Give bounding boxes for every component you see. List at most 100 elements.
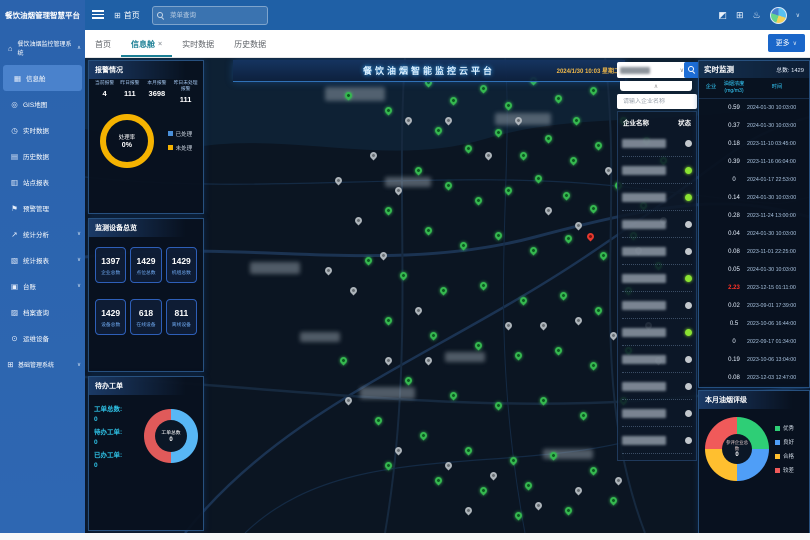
table-row[interactable]: 0.192023-10-06 13:04:00 [701,351,807,369]
cell-time: 2022-09-17 01:34:00 [747,339,807,345]
table-row[interactable]: 0.592024-01-30 10:03:00 [701,99,807,117]
tab-history-data[interactable]: 历史数据 [224,39,276,57]
sidebar-section-monitor-system[interactable]: ⌂ 餐饮油烟监控管理系统 ∧ [0,30,85,65]
collapse-bar[interactable]: ∧ [620,81,692,91]
legend-swatch [775,426,780,431]
close-icon[interactable]: × [158,41,162,48]
table-row[interactable]: 0.282023-11-24 13:00:00 [701,207,807,225]
company-row[interactable] [622,427,692,454]
table-row[interactable]: 02022-09-17 01:34:00 [701,333,807,351]
alert-icon: ⚑ [10,204,19,213]
system-icon: ⊞ [6,360,15,369]
sidebar-item-stats-analysis[interactable]: ↗统计分析∨ [0,221,85,247]
cell-time: 2024-01-30 10:03:00 [747,231,807,237]
device-stat-value: 618 [131,308,160,318]
table-row[interactable]: 0.022023-09-01 17:39:00 [701,297,807,315]
company-select[interactable]: ∨ [617,62,687,78]
company-list: 企业名称 状态 [617,111,697,461]
total-count: 总数: 1429 [776,65,804,74]
table-row[interactable]: 02024-01-17 22:53:00 [701,171,807,189]
apps-icon[interactable]: ⊞ [736,10,744,21]
company-row[interactable] [622,211,692,238]
company-row[interactable] [622,130,692,157]
company-row[interactable] [622,400,692,427]
legend-item: 未处理 [168,144,193,152]
sidebar-item-gis-map[interactable]: ◎GIS地图 [0,91,85,117]
table-row[interactable]: 0.182023-11-10 03:45:00 [701,135,807,153]
blurred-company-name [622,247,666,256]
blurred-map-label [300,332,340,342]
device-stat-value: 1429 [167,256,196,266]
table-row[interactable]: 0.392023-11-16 06:04:00 [701,153,807,171]
alarm-stat: 昨日未处理报警111 [172,81,199,104]
table-row[interactable]: 2.232023-12-15 01:11:00 [701,279,807,297]
company-row[interactable] [622,184,692,211]
monthly-rating-panel: 本月油烟评级 参评企业总数 0 优秀良好合格较差 [698,390,810,534]
workorder-panel: 待办工单 工单总数:0待办工单:0已办工单:0 工单总数 0 [88,376,204,531]
alarm-stat: 昨日报警111 [118,81,141,104]
sidebar-menu: ▦信息舱◎GIS地图◷实时数据▤历史数据▥站点报表⚑预警管理↗统计分析∨▧统计报… [0,65,85,351]
alarm-legend: 已处理未处理 [168,130,193,152]
legend-item: 良好 [775,438,794,446]
flame-icon[interactable]: ♨ [753,10,761,21]
blurred-map-label [495,113,551,125]
tab-home[interactable]: 首页 [85,39,121,57]
table-row[interactable]: 0.082023-12-03 12:47:00 [701,369,807,387]
hamburger-menu-icon[interactable] [92,10,104,20]
theme-icon[interactable]: ◩ [718,10,727,21]
blurred-map-label [385,177,431,187]
table-row[interactable]: 0.082023-11-01 22:25:00 [701,243,807,261]
blurred-map-label [445,352,485,362]
blurred-map-label [325,87,385,101]
ledger-icon: ▣ [10,282,19,291]
menu-search-box[interactable] [152,6,268,25]
avatar[interactable] [770,7,787,24]
legend-label: 优秀 [783,424,794,432]
tab-realtime-data[interactable]: 实时数据 [172,39,224,57]
sidebar-section-base-system[interactable]: ⊞ 基础管理系统 ∨ [0,351,85,377]
company-row[interactable] [622,238,692,265]
sidebar-item-archive-query[interactable]: ▨档案查询 [0,299,85,325]
sidebar-item-realtime-data[interactable]: ◷实时数据 [0,117,85,143]
breadcrumb[interactable]: ⊞ 首页 [114,0,140,30]
cell-concentration: 0.05 [721,267,747,273]
blurred-company-name [622,409,666,418]
sidebar-item-ledger[interactable]: ▣台账∨ [0,273,85,299]
company-row[interactable] [622,373,692,400]
chevron-down-icon[interactable]: ∨ [796,12,800,19]
sidebar-section-label: 餐饮油烟监控管理系统 [17,39,74,57]
sidebar-item-history-data[interactable]: ▤历史数据 [0,143,85,169]
sidebar-item-site-report[interactable]: ▥站点报表 [0,169,85,195]
company-row[interactable] [622,265,692,292]
table-row[interactable]: 0.52023-10-06 16:44:00 [701,315,807,333]
table-row[interactable]: 0.052024-01-30 10:03:00 [701,261,807,279]
table-row[interactable]: 0.372024-01-30 10:03:00 [701,117,807,135]
company-row[interactable] [622,157,692,184]
table-row[interactable]: 0.142024-01-30 10:03:00 [701,189,807,207]
device-stat-label: 点位总数 [131,269,160,276]
device-stat-cards: 1397企业总数1429点位总数1429机组总数1429设备总数618在线设备8… [89,237,203,345]
sidebar-item-info-cabin[interactable]: ▦信息舱 [3,65,82,91]
company-row[interactable] [622,319,692,346]
menu-search-input[interactable] [168,11,263,20]
cell-concentration: 0.18 [721,141,747,147]
device-stat-value: 811 [167,308,196,318]
sidebar-item-alert-management[interactable]: ⚑预警管理 [0,195,85,221]
company-row[interactable] [622,346,692,373]
table-row[interactable]: 0.042024-01-30 10:03:00 [701,225,807,243]
legend-label: 较差 [783,466,794,474]
company-row[interactable] [622,292,692,319]
tab-label: 历史数据 [234,39,266,50]
device-stat-label: 在线设备 [131,321,160,328]
company-name-input[interactable] [621,98,697,106]
sidebar-item-stats-report[interactable]: ▧统计报表∨ [0,247,85,273]
tab-info-cabin[interactable]: 信息舱× [121,39,172,57]
sidebar-item-label: 统计分析 [23,229,49,239]
cell-time: 2023-11-16 06:04:00 [747,159,807,165]
search-icon [157,12,165,20]
topbar-icon-group: ◩ ⊞ ♨ ∨ [718,0,800,30]
more-button[interactable]: 更多 ∨ [768,34,805,52]
sidebar-item-maintenance-device[interactable]: ⊙运维设备 [0,325,85,351]
map-banner-title: 餐饮油烟智能监控云平台 [363,64,495,77]
company-name-search[interactable] [617,94,697,109]
